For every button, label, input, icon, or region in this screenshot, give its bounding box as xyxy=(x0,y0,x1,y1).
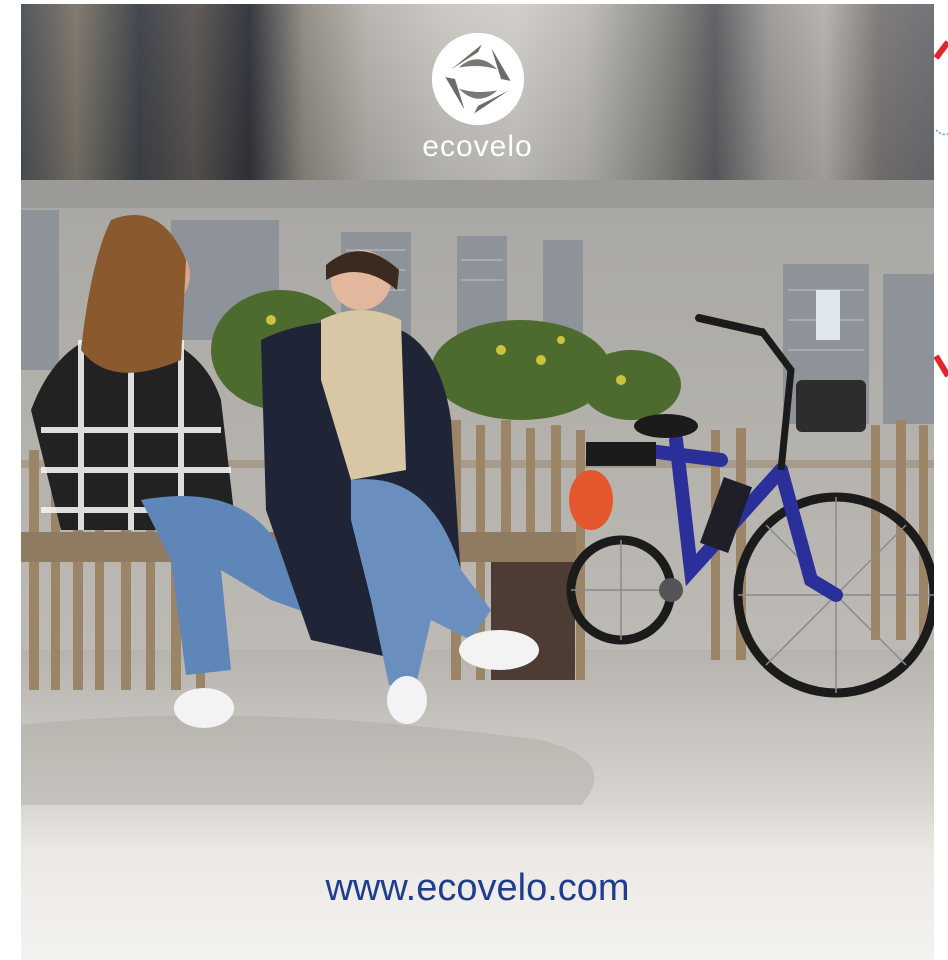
hero-photo xyxy=(21,180,934,805)
brand-wordmark: ecovelo xyxy=(422,130,533,163)
website-link[interactable]: www.ecovelo.com xyxy=(21,867,934,910)
header-banner: ecovelo xyxy=(21,4,934,180)
footer: www.ecovelo.com xyxy=(21,805,934,960)
ecovelo-logo-icon xyxy=(431,32,525,126)
decorative-edge-mark-red xyxy=(934,354,948,378)
photo-illustration xyxy=(21,180,934,805)
decorative-edge-marks xyxy=(934,40,948,136)
